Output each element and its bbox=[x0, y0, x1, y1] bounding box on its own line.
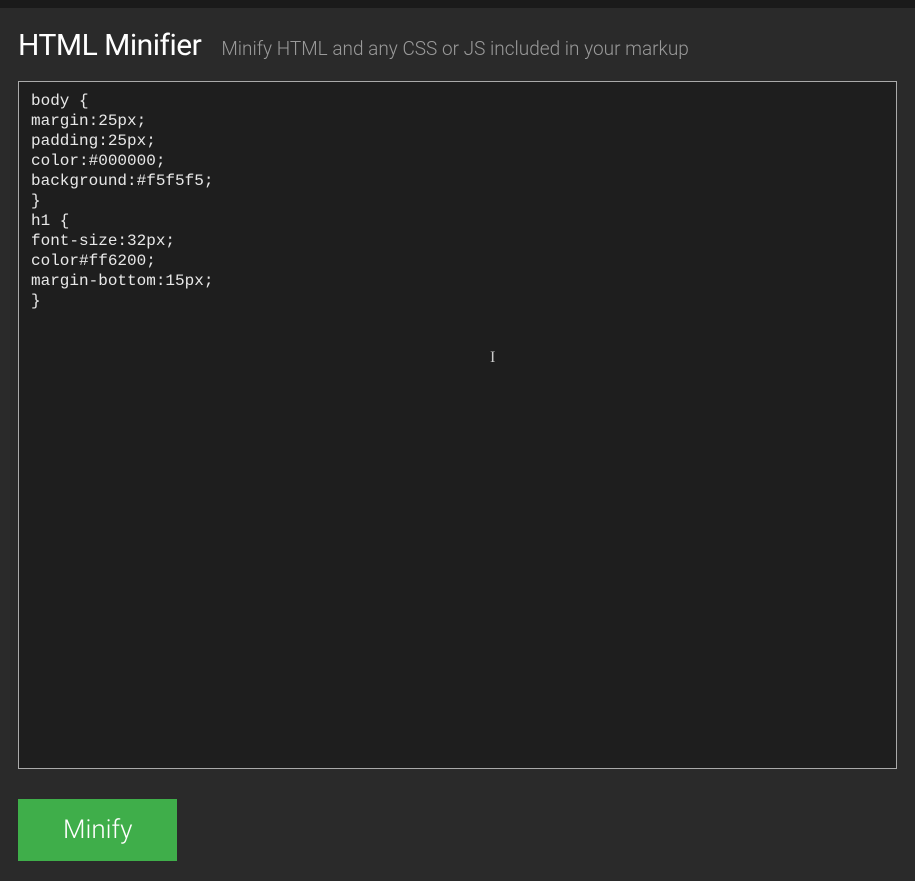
code-input[interactable] bbox=[31, 91, 884, 759]
page-subtitle: Minify HTML and any CSS or JS included i… bbox=[221, 37, 689, 60]
page-title: HTML Minifier bbox=[18, 28, 201, 63]
top-bar bbox=[0, 0, 915, 8]
minify-button[interactable]: Minify bbox=[18, 799, 177, 861]
text-cursor-icon: I bbox=[490, 349, 491, 366]
editor-panel: I bbox=[18, 81, 897, 769]
header: HTML Minifier Minify HTML and any CSS or… bbox=[18, 28, 897, 63]
main-container: HTML Minifier Minify HTML and any CSS or… bbox=[0, 8, 915, 881]
actions-row: Minify bbox=[18, 799, 897, 861]
